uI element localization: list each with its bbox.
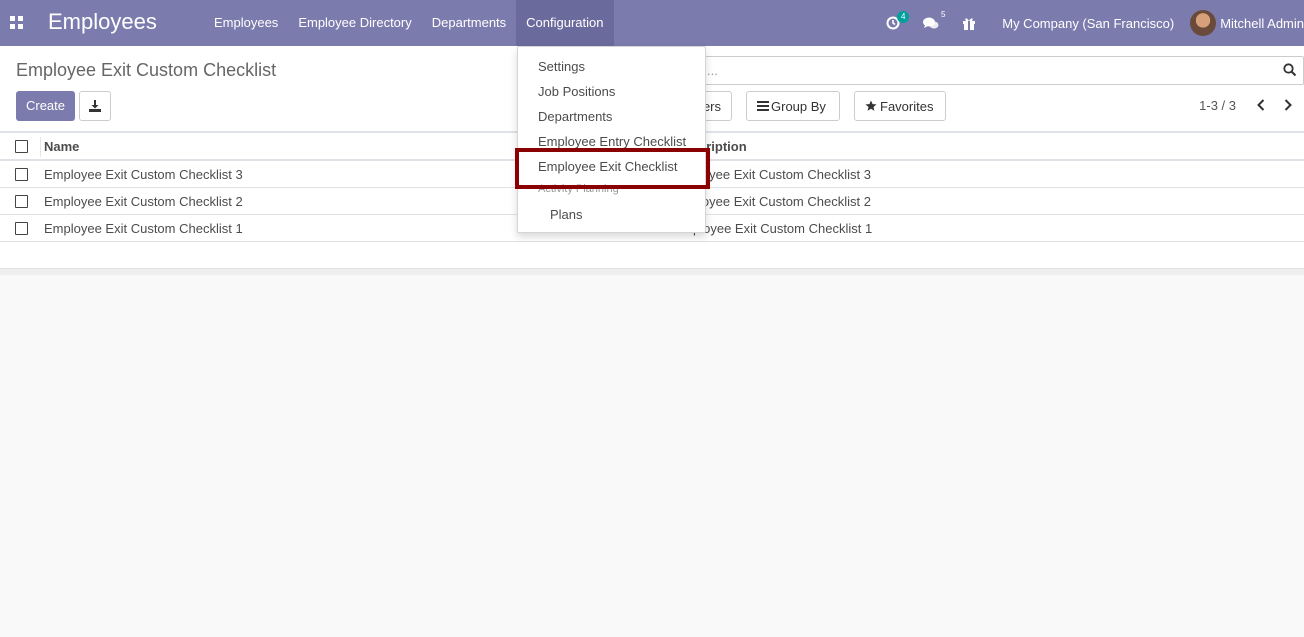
search-icon[interactable]	[1283, 63, 1297, 77]
cell-description: loyee Exit Custom Checklist 2	[699, 194, 871, 209]
group-by-label: Group By	[771, 98, 826, 114]
export-button[interactable]	[79, 91, 111, 121]
cell-name: Employee Exit Custom Checklist 1	[44, 221, 243, 236]
star-icon	[865, 100, 877, 111]
chevron-right-icon	[1284, 99, 1292, 111]
dropdown-section-activity-planning: Activity Planning	[538, 183, 619, 195]
messages-button[interactable]: 5	[921, 0, 945, 46]
create-button[interactable]: Create	[16, 91, 75, 121]
gift-icon	[963, 18, 976, 30]
dropdown-item-settings[interactable]: Settings	[538, 59, 585, 74]
menu-employee-directory[interactable]: Employee Directory	[288, 0, 421, 46]
column-divider	[40, 137, 41, 157]
menu-departments[interactable]: Departments	[422, 0, 516, 46]
apps-grid-icon[interactable]	[10, 16, 23, 29]
cell-name: Employee Exit Custom Checklist 2	[44, 194, 243, 209]
row-checkbox[interactable]	[15, 222, 28, 235]
download-icon	[89, 100, 101, 112]
configuration-dropdown: Settings Job Positions Departments Emplo…	[517, 46, 706, 233]
menu-employees[interactable]: Employees	[204, 0, 288, 46]
bars-icon	[757, 101, 769, 111]
user-name: Mitchell Admin	[1220, 15, 1304, 31]
row-checkbox[interactable]	[15, 195, 28, 208]
chevron-left-icon	[1257, 99, 1265, 111]
activity-button[interactable]: 4	[883, 0, 910, 46]
dropdown-item-employee-exit-checklist[interactable]: Employee Exit Checklist	[538, 159, 677, 174]
column-header-name[interactable]: Name	[44, 139, 79, 154]
company-switcher[interactable]: My Company (San Francisco)	[1002, 16, 1174, 31]
favorites-button[interactable]: Favorites	[854, 91, 946, 121]
cell-description: loyee Exit Custom Checklist 3	[699, 167, 871, 182]
user-menu[interactable]: Mitchell Admin	[1190, 10, 1304, 36]
chat-bubbles-icon	[923, 17, 939, 28]
pager-next[interactable]	[1281, 97, 1295, 113]
main-menu: Employees Employee Directory Departments…	[204, 0, 614, 46]
group-by-button[interactable]: Group By	[746, 91, 840, 121]
cell-name: Employee Exit Custom Checklist 3	[44, 167, 243, 182]
select-all-checkbox[interactable]	[15, 140, 28, 153]
dropdown-item-plans[interactable]: Plans	[550, 207, 583, 222]
cell-description: ployee Exit Custom Checklist 1	[693, 221, 873, 236]
gift-button[interactable]	[959, 0, 979, 46]
dropdown-item-employee-entry-checklist[interactable]: Employee Entry Checklist	[538, 134, 686, 149]
favorites-label: Favorites	[880, 98, 934, 114]
dropdown-item-departments[interactable]: Departments	[538, 109, 612, 124]
column-header-description[interactable]: cription	[699, 139, 747, 154]
table-footer	[0, 242, 1304, 269]
menu-configuration[interactable]: Configuration	[516, 0, 614, 46]
top-navbar: Employees Employees Employee Directory D…	[0, 0, 1304, 46]
pager-previous[interactable]	[1254, 97, 1268, 113]
app-title: Employees	[48, 9, 157, 34]
search-placeholder: ...	[707, 63, 718, 78]
dropdown-item-job-positions[interactable]: Job Positions	[538, 84, 615, 99]
table-footer-divider	[0, 269, 1304, 275]
systray: 4 5 My Company (San Francisco) Mitchell …	[874, 0, 1304, 46]
page-title: Employee Exit Custom Checklist	[16, 60, 277, 80]
pager-value[interactable]: 1-3 / 3	[1199, 98, 1236, 113]
message-count-badge: 5	[941, 10, 946, 19]
avatar	[1190, 10, 1217, 36]
activity-count-badge: 4	[897, 11, 910, 23]
row-checkbox[interactable]	[15, 168, 28, 181]
